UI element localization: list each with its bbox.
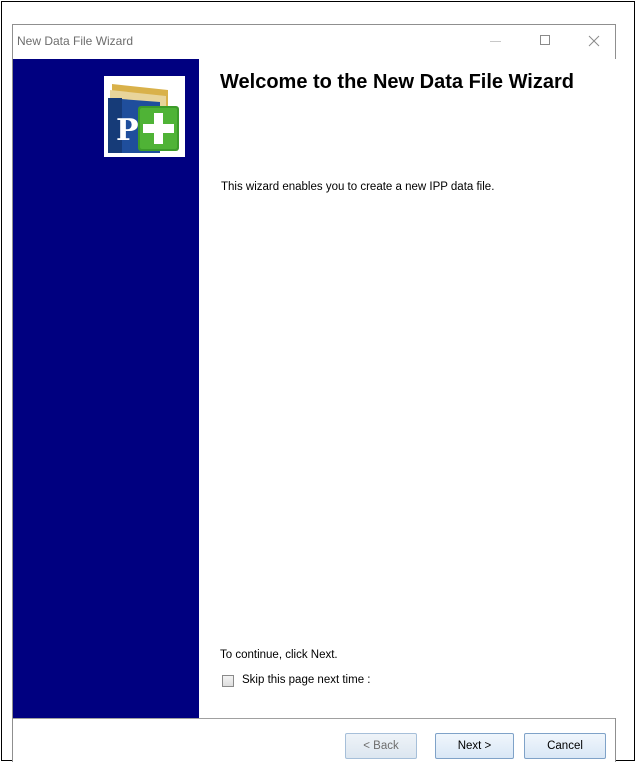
back-button[interactable]: < Back — [345, 733, 417, 759]
close-button[interactable] — [579, 25, 609, 57]
window-title: New Data File Wizard — [17, 34, 134, 48]
wizard-sidebar: P — [13, 59, 199, 718]
page-title: Welcome to the New Data File Wizard — [220, 71, 574, 93]
title-bar[interactable]: New Data File Wizard — [13, 25, 615, 59]
continue-instruction: To continue, click Next. — [220, 649, 338, 661]
wizard-logo: P — [104, 76, 185, 157]
cancel-button[interactable]: Cancel — [524, 733, 606, 759]
skip-page-label[interactable]: Skip this page next time : — [242, 674, 370, 686]
intro-text: This wizard enables you to create a new … — [221, 181, 495, 193]
svg-text:P: P — [116, 113, 139, 148]
close-icon — [588, 35, 600, 47]
skip-page-checkbox[interactable] — [222, 675, 234, 687]
maximize-button[interactable] — [531, 25, 561, 57]
next-button[interactable]: Next > — [435, 733, 514, 759]
wizard-content: Welcome to the New Data File Wizard This… — [199, 59, 617, 718]
wizard-window: New Data File Wizard P Welcome to the Ne… — [12, 24, 617, 763]
minimize-button[interactable] — [481, 25, 511, 57]
screenshot-frame: New Data File Wizard P Welcome to the Ne… — [1, 1, 635, 763]
new-data-file-icon: P — [108, 84, 179, 153]
wizard-button-bar: < Back Next > Cancel — [13, 718, 615, 763]
